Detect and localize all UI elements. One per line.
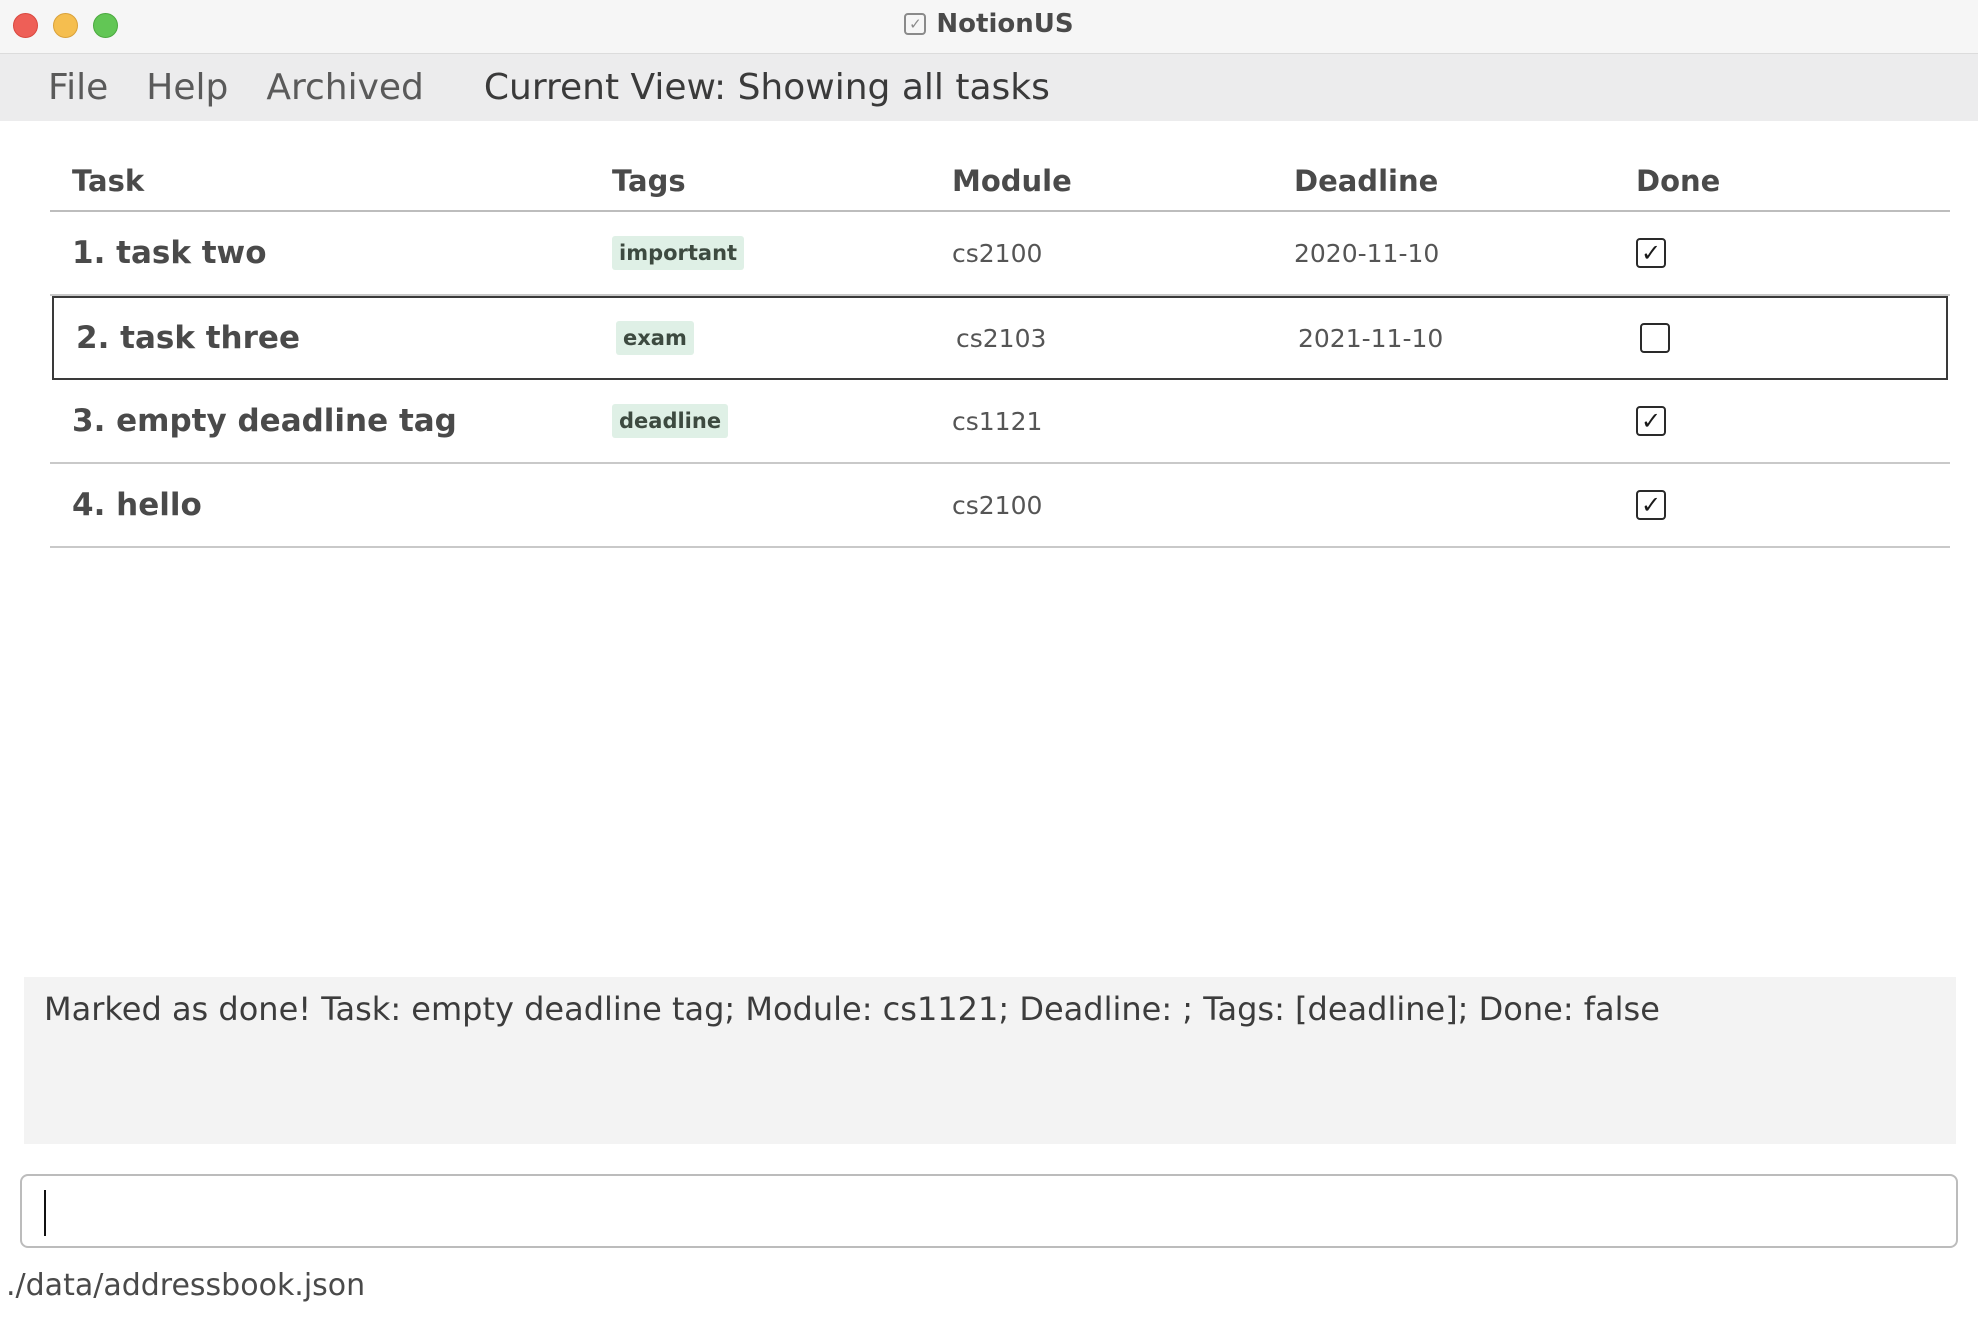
command-input[interactable] (22, 1176, 1956, 1246)
task-name: 1. task two (72, 235, 267, 271)
result-message: Marked as done! Task: empty deadline tag… (44, 990, 1660, 1028)
column-header-done[interactable]: Done (1636, 164, 1720, 198)
done-checkbox[interactable]: ✓ (1636, 406, 1666, 436)
column-header-module[interactable]: Module (952, 164, 1072, 198)
module-code: cs2100 (952, 490, 1043, 520)
menu-bar: File Help Archived Current View: Showing… (0, 54, 1978, 121)
check-icon: ✓ (1640, 407, 1662, 435)
table-header: Task Tags Module Deadline Done (50, 150, 1950, 212)
done-checkbox[interactable]: ✓ (1636, 238, 1666, 268)
task-name: 3. empty deadline tag (72, 403, 457, 439)
module-code: cs1121 (952, 406, 1043, 436)
tag-badge: exam (616, 321, 694, 355)
result-display: Marked as done! Task: empty deadline tag… (24, 977, 1956, 1144)
table-row[interactable]: 3. empty deadline tag deadline cs1121 ✓ (50, 380, 1950, 464)
window-title: NotionUS (936, 9, 1074, 39)
menu-archived[interactable]: Archived (266, 67, 424, 108)
table-row[interactable]: 4. hello cs2100 ✓ (50, 464, 1950, 548)
check-icon: ✓ (1640, 491, 1662, 519)
module-code: cs2103 (956, 323, 1047, 353)
column-header-deadline[interactable]: Deadline (1294, 164, 1438, 198)
menu-help[interactable]: Help (146, 67, 228, 108)
tag-badge: important (612, 236, 745, 270)
module-code: cs2100 (952, 238, 1043, 268)
column-header-task[interactable]: Task (72, 164, 144, 198)
check-icon: ✓ (1640, 239, 1662, 267)
deadline-date: 2021-11-10 (1298, 323, 1444, 353)
done-checkbox[interactable] (1640, 323, 1670, 353)
title-bar: ✓ NotionUS (0, 0, 1978, 54)
app-window: ✓ NotionUS File Help Archived Current Vi… (0, 0, 1978, 1317)
task-name: 2. task three (76, 320, 300, 356)
task-table: Task Tags Module Deadline Done 1. task t… (50, 150, 1950, 548)
tag-badge: deadline (612, 404, 729, 438)
status-bar-file-path: ./data/addressbook.json (6, 1268, 366, 1303)
table-row[interactable]: 1. task two important cs2100 2020-11-10 … (50, 212, 1950, 296)
checkbox-icon: ✓ (904, 13, 927, 35)
text-caret (44, 1190, 46, 1236)
window-title-group: ✓ NotionUS (0, 0, 1978, 48)
table-row-selected[interactable]: 2. task three exam cs2103 2021-11-10 (52, 296, 1948, 380)
current-view-label: Current View: Showing all tasks (483, 67, 1050, 108)
deadline-date: 2020-11-10 (1294, 238, 1440, 268)
task-name: 4. hello (72, 487, 202, 523)
done-checkbox[interactable]: ✓ (1636, 490, 1666, 520)
column-header-tags[interactable]: Tags (612, 164, 686, 198)
menu-file[interactable]: File (48, 67, 108, 108)
command-box[interactable] (20, 1174, 1958, 1248)
